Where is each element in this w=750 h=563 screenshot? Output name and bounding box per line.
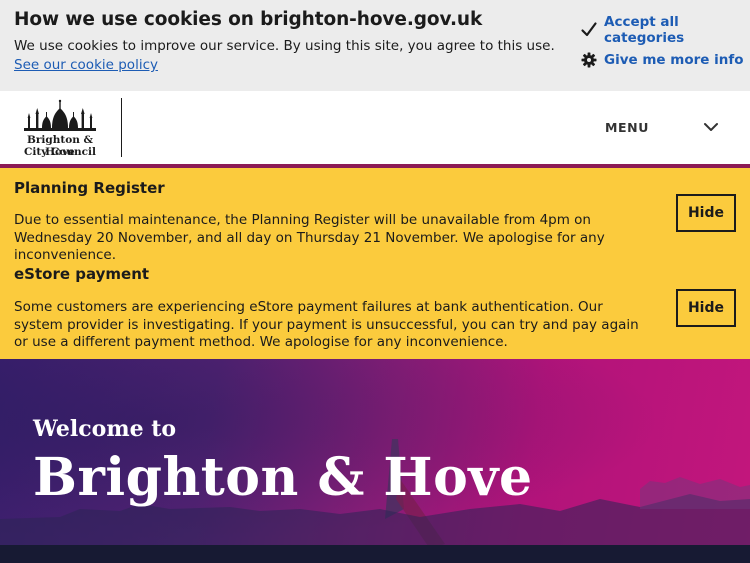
alert-body-planning-register: Due to essential maintenance, the Planni… bbox=[14, 212, 605, 263]
site-header: Brighton & Hove City Council MENU bbox=[0, 91, 750, 164]
cookie-banner: How we use cookies on brighton-hove.gov.… bbox=[0, 0, 750, 91]
hero-title: Brighton & Hove bbox=[33, 447, 533, 508]
accept-all-categories-button[interactable]: Accept all categories bbox=[580, 14, 750, 46]
royal-pavilion-logo-icon bbox=[24, 99, 96, 131]
hero-welcome-text: Welcome to bbox=[33, 416, 177, 442]
checkmark-icon bbox=[580, 21, 598, 39]
give-me-more-info-label: Give me more info bbox=[604, 52, 744, 68]
alert-title-estore-payment: eStore payment bbox=[14, 265, 150, 283]
accept-all-categories-label: Accept all categories bbox=[604, 14, 685, 46]
hero-bottom-strip bbox=[0, 545, 750, 563]
hide-planning-register-alert-button[interactable]: Hide bbox=[676, 194, 736, 232]
cookie-banner-text: We use cookies to improve our service. B… bbox=[14, 38, 555, 54]
gear-icon bbox=[580, 51, 598, 69]
hide-estore-payment-alert-button[interactable]: Hide bbox=[676, 289, 736, 327]
council-logo[interactable]: Brighton & Hove City Council bbox=[12, 98, 108, 158]
alert-body-estore-payment: Some customers are experiencing eStore p… bbox=[14, 299, 639, 350]
logo-text-line2: City Council bbox=[24, 146, 96, 158]
menu-button[interactable]: MENU bbox=[605, 120, 649, 135]
header-divider bbox=[121, 98, 122, 157]
hero-banner: Welcome to Brighton & Hove bbox=[0, 359, 750, 563]
chevron-down-icon[interactable] bbox=[703, 119, 719, 135]
give-me-more-info-button[interactable]: Give me more info bbox=[580, 51, 744, 69]
alert-title-planning-register: Planning Register bbox=[14, 179, 165, 197]
alert-banner: Planning Register Due to essential maint… bbox=[0, 168, 750, 359]
cookie-banner-title: How we use cookies on brighton-hove.gov.… bbox=[14, 9, 483, 30]
cookie-policy-link[interactable]: See our cookie policy bbox=[14, 57, 158, 73]
